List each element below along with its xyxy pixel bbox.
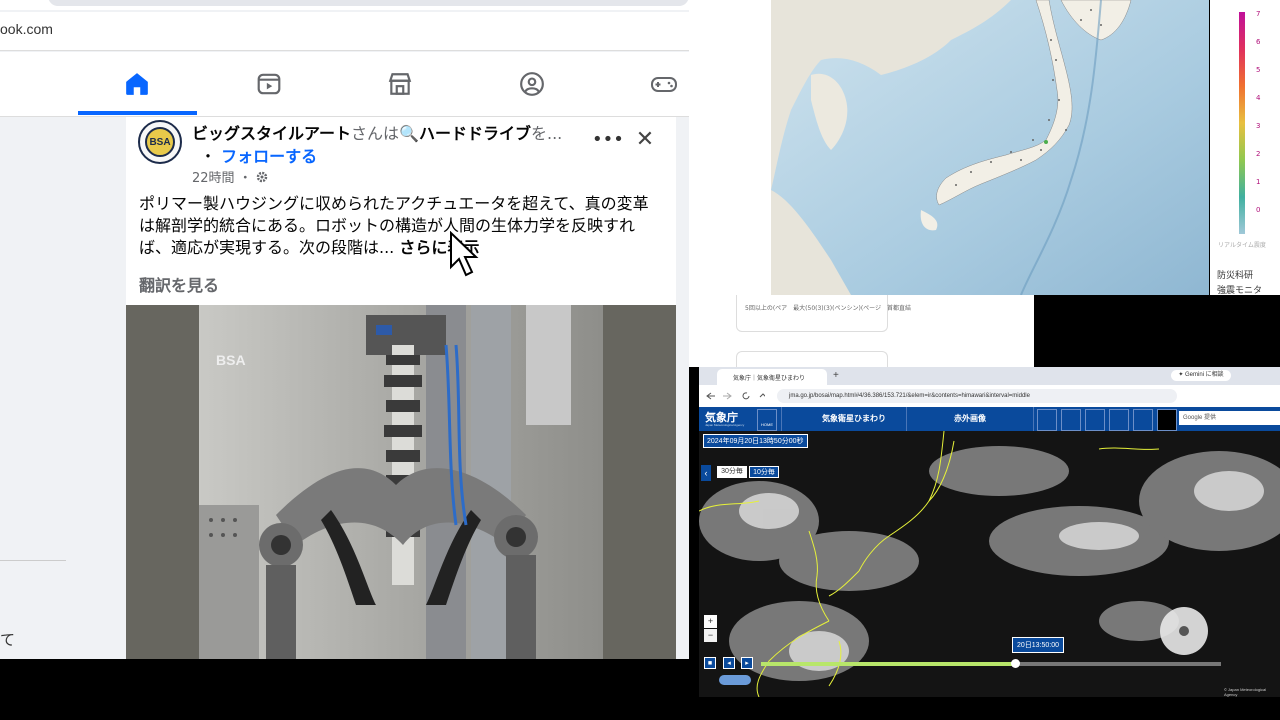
robot-image: BSA [126, 305, 676, 659]
post-connector: さんは [351, 124, 400, 143]
legend-caption: リアルタイム震度 [1218, 242, 1266, 249]
groups-icon[interactable] [512, 66, 552, 102]
copyright-text: © Japan Meteorological Agency [1224, 687, 1267, 697]
post-timestamp[interactable]: 22時間 [192, 171, 235, 186]
jma-header: 気象庁 Japan Meteorological Agency HOME 気象衛… [699, 407, 1280, 431]
search-icon: 🔍 [399, 124, 419, 143]
legend-tick: 6 [1256, 38, 1261, 46]
help-icon[interactable] [1133, 409, 1153, 431]
new-tab-button[interactable]: + [833, 370, 839, 381]
stop-button[interactable]: ■ [704, 657, 716, 669]
zoom-in-button[interactable]: + [704, 615, 717, 628]
legend-tick: 1 [1256, 178, 1261, 186]
left-text-fragment: て [0, 631, 16, 649]
post-meta: 22時間 ・ [192, 167, 268, 186]
follow-line: ・ フォローする [200, 143, 317, 167]
header-suffix: を... [531, 124, 563, 143]
browser-tab-strip [0, 0, 689, 10]
meta-separator: ・ [238, 171, 252, 186]
marketplace-icon[interactable] [380, 66, 420, 102]
follow-button[interactable]: フォローする [221, 147, 317, 166]
jma-browser-window: 気象庁｜気象衛星ひまわり + ✦ Gemini に相談 jma.go.jp/bo… [699, 367, 1280, 697]
interval-30-button[interactable]: 30分毎 [717, 466, 747, 478]
satellite-view[interactable]: 2024年09月20日13時50分00秒 ‹ 30分毎 10分毎 + − 20日… [699, 431, 1280, 697]
facebook-top-nav [0, 52, 689, 117]
feed-post: BSA ビッグスタイルアートさんは🔍ハードドライブを... ・ フォローする 2… [126, 117, 676, 659]
legend-tick: 5 [1256, 66, 1261, 74]
interval-10-button[interactable]: 10分毎 [749, 466, 779, 478]
page-avatar[interactable]: BSA [138, 120, 182, 164]
gps-icon[interactable] [1037, 409, 1057, 431]
blank-panel [689, 0, 771, 295]
legend-tick: 2 [1256, 150, 1261, 158]
mouse-cursor-icon [450, 231, 479, 277]
legend-tick: 0 [1256, 206, 1261, 214]
zoom-out-button[interactable]: − [704, 629, 717, 642]
image-watermark: BSA [216, 352, 246, 368]
home-button[interactable]: HOME [757, 409, 777, 431]
more-options-button[interactable]: ••• [592, 131, 624, 149]
active-tab-indicator [78, 111, 197, 115]
time-slider-handle[interactable] [1011, 659, 1020, 668]
home-icon[interactable] [117, 66, 157, 102]
current-time-label: 20日13:50:00 [1012, 637, 1065, 653]
next-frame-button[interactable]: ▸ [741, 657, 753, 669]
address-bar-row: jma.go.jp/bosai/map.html#4/36.386/153.72… [699, 385, 1280, 408]
print-icon[interactable] [1109, 409, 1129, 431]
search-term-link[interactable]: ハードドライブ [419, 124, 531, 143]
page-name-link[interactable]: ビッグスタイルアート [192, 124, 351, 143]
gaming-icon[interactable] [644, 66, 684, 102]
info-card[interactable]: 5回以上の(ペア 最大(50(3)(3)(ペンシン)(ページ 首都直結 [736, 295, 911, 332]
google-search-input[interactable]: Google 提供 [1179, 411, 1280, 425]
infrared-menu[interactable]: 赤外画像 [907, 407, 1034, 431]
post-body-text: ポリマー製ハウジングに収められたアクチュエータを超えて、真の変革は解剖学的統合に… [139, 194, 649, 257]
address-bar[interactable]: ook.com [0, 12, 689, 51]
nav-arrows-icon[interactable] [705, 391, 765, 401]
tab-title: 気象庁｜気象衛星ひまわり [733, 376, 806, 382]
time-slider[interactable] [761, 659, 1221, 668]
gemini-button[interactable]: ✦ Gemini に相談 [1171, 370, 1231, 381]
legend-tick: 7 [1256, 10, 1261, 18]
address-bar-url: ook.com [0, 21, 53, 37]
info-card[interactable] [736, 351, 888, 368]
address-bar[interactable]: jma.go.jp/bosai/map.html#4/36.386/153.72… [777, 389, 1177, 403]
avatar-logo: BSA [145, 127, 175, 157]
datetime-label: 2024年09月20日13時50分00秒 [703, 434, 808, 448]
org-name: 防災科研 [1217, 271, 1254, 281]
follow-separator: ・ [200, 147, 217, 166]
hide-post-button[interactable]: ✕ [631, 126, 659, 154]
gear-icon [256, 171, 268, 183]
speed-toggle[interactable] [719, 675, 751, 685]
prev-frame-button[interactable]: ◂ [723, 657, 735, 669]
left-column: て [0, 117, 125, 659]
satellite-image [699, 431, 1280, 697]
legend-tick: 3 [1256, 122, 1261, 130]
post-image[interactable]: BSA [126, 305, 676, 659]
page-fragment: 5回以上の(ペア 最大(50(3)(3)(ペンシン)(ページ 首都直結 [689, 295, 1034, 368]
browser-tab-strip: 気象庁｜気象衛星ひまわり + ✦ Gemini に相談 [699, 367, 1280, 385]
legend-icon[interactable] [1061, 409, 1081, 431]
earthquake-map[interactable] [771, 0, 1209, 295]
japan-map [771, 0, 1209, 295]
download-icon[interactable] [1085, 409, 1105, 431]
time-slider-fill [761, 662, 1017, 666]
collapse-panel-button[interactable]: ‹ [701, 465, 711, 481]
post-body: ポリマー製ハウジングに収められたアクチュエータを超えて、真の変革は解剖学的統合に… [139, 193, 659, 259]
see-translation-link[interactable]: 翻訳を見る [139, 272, 219, 296]
legend-tick: 4 [1256, 94, 1261, 102]
post-header: ビッグスタイルアートさんは🔍ハードドライブを... [192, 120, 582, 144]
info-card-text: 5回以上の(ペア 最大(50(3)(3)(ペンシン)(ページ 首都直結 [745, 305, 912, 312]
org-subtitle: 強震モニタ [1217, 286, 1263, 296]
facebook-window: ook.com て BSA ビッグスタイルアートさんは🔍ハードドライブを... [0, 0, 689, 659]
himawari-menu[interactable]: 気象衛星ひまわり [781, 407, 907, 431]
video-icon[interactable] [249, 66, 289, 102]
browser-tab[interactable]: 気象庁｜気象衛星ひまわり [717, 369, 827, 385]
jma-logo-subtitle: Japan Meteorological Agency [705, 423, 745, 427]
x-share-icon[interactable] [1157, 409, 1177, 431]
divider [0, 560, 66, 561]
intensity-legend: 7 6 5 4 3 2 1 0 リアルタイム震度 防災科研 強震モニタ [1210, 0, 1280, 296]
intensity-scale-bar [1239, 12, 1245, 234]
